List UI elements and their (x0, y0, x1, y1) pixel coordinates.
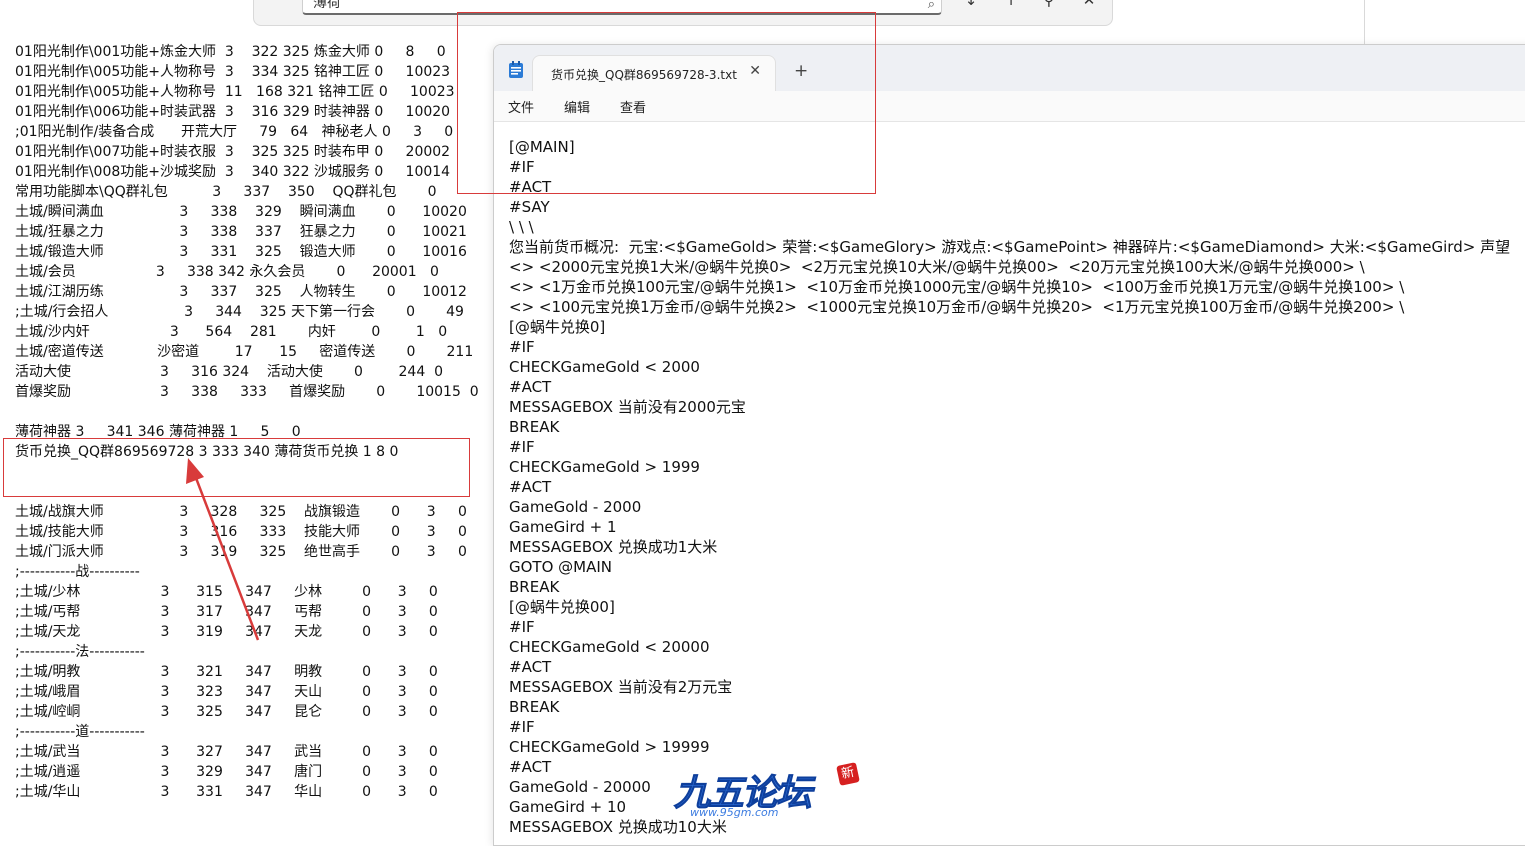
background-editor-text[interactable]: 01阳光制作\001功能+炼金大师 3 322 325 炼金大师 0 8 0 01… (15, 42, 479, 802)
background-text-line: ;土城/崆峒 3 325 347 昆仑 0 3 0 (15, 704, 438, 720)
find-query: 薄荷 (313, 0, 341, 11)
background-text-line: ;土城/华山 3 331 347 华山 0 3 0 (15, 784, 438, 800)
editor-text-line: <> <100元宝兑换1万金币/@蜗牛兑换2> <1000元宝兑换10万金币/@… (509, 298, 1405, 316)
editor-text-line: BREAK (509, 578, 560, 596)
find-prev-button[interactable]: ↑ (998, 0, 1024, 13)
editor-text-line: #ACT (509, 478, 552, 496)
background-text-line: ;01阳光制作/装备合成 开荒大厅 79 64 神秘老人 0 3 0 (15, 124, 454, 140)
close-icon: ✕ (1082, 0, 1096, 9)
editor-text-line: BREAK (509, 418, 560, 436)
background-text-line: ;-----------道----------- (15, 724, 145, 740)
editor-text-line: <> <2000元宝兑换1大米/@蜗牛兑换0> <2万元宝兑换10大米/@蜗牛兑… (509, 258, 1365, 276)
background-text-line: ;-----------战---------- (15, 564, 140, 580)
editor-text-line: [@蜗牛兑换00] (509, 598, 615, 616)
find-options-button[interactable]: ⚲ (1036, 0, 1062, 13)
background-text-line: 首爆奖励 3 338 333 首爆奖励 0 10015 0 (15, 384, 479, 400)
editor-text-line: #SAY (509, 198, 550, 216)
filter-icon: ⚲ (1043, 0, 1055, 9)
editor-text-line: MESSAGEBOX 当前没有2万元宝 (509, 678, 733, 696)
search-icon[interactable]: ⌕ (928, 0, 935, 13)
editor-text-line: #ACT (509, 378, 552, 396)
background-text-line: 土城/战旗大师 3 328 325 战旗锻造 0 3 0 (15, 504, 467, 520)
background-text-line: ;-----------法----------- (15, 644, 145, 660)
editor-text-line: <> <1万金币兑换100元宝/@蜗牛兑换1> <10万金币兑换1000元宝/@… (509, 278, 1405, 296)
editor-text-line: 您当前货币概况: 元宝:<$GameGold> 荣誉:<$GameGlory> … (509, 238, 1511, 256)
background-text-line: ;土城/武当 3 327 347 武当 0 3 0 (15, 744, 438, 760)
watermark-url: www.95gm.com (690, 806, 779, 819)
find-close-button[interactable]: ✕ (1076, 0, 1102, 13)
arrow-up-icon: ↑ (1004, 0, 1018, 9)
editor-text-line: #ACT (509, 658, 552, 676)
editor-text-line: CHECKGameGold < 2000 (509, 358, 700, 376)
editor-text-line: #IF (509, 438, 535, 456)
watermark-badge: 新 (836, 762, 860, 786)
background-text-line: 01阳光制作\001功能+炼金大师 3 322 325 炼金大师 0 8 0 (15, 44, 446, 60)
editor-text-line: CHECKGameGold > 1999 (509, 458, 700, 476)
window-divider (1364, 0, 1365, 44)
background-text-line: ;土城/少林 3 315 347 少林 0 3 0 (15, 584, 438, 600)
background-text-line: 01阳光制作\007功能+时装衣服 3 325 325 时装布甲 0 20002 (15, 144, 451, 160)
background-text-line: 土城/锻造大师 3 331 325 锻造大师 0 10016 (15, 244, 467, 260)
forum-watermark: 九五论坛 新 www.95gm.com (660, 762, 860, 824)
background-text-line (15, 402, 479, 422)
background-text-line: ;土城/明教 3 321 347 明教 0 3 0 (15, 664, 438, 680)
editor-text-line: MESSAGEBOX 当前没有2000元宝 (509, 398, 746, 416)
background-text-line: 01阳光制作\005功能+人物称号 3 334 325 铭神工匠 0 10023 (15, 64, 451, 80)
background-text-line: 土城/狂暴之力 3 338 337 狂暴之力 0 10021 (15, 224, 467, 240)
editor-text-line: CHECKGameGold < 20000 (509, 638, 710, 656)
background-text-line: 土城/密道传送 沙密道 17 15 密道传送 0 211 (15, 344, 474, 360)
background-text-line: 土城/瞬间满血 3 338 329 瞬间满血 0 10020 (15, 204, 467, 220)
background-text-line: 01阳光制作\005功能+人物称号 11 168 321 铭神工匠 0 1002… (15, 84, 455, 100)
background-text-line: ;土城/逍遥 3 329 347 唐门 0 3 0 (15, 764, 438, 780)
editor-text-line: \ \ \ (509, 218, 534, 236)
background-text-line: 土城/技能大师 3 316 333 技能大师 0 3 0 (15, 524, 467, 540)
editor-text-line: #IF (509, 618, 535, 636)
background-text-line: ;土城/天龙 3 319 347 天龙 0 3 0 (15, 624, 438, 640)
editor-text-line: #IF (509, 338, 535, 356)
background-text-line: 常用功能脚本\QQ群礼包 3 337 350 QQ群礼包 0 (15, 184, 437, 200)
background-text-line: 土城/江湖历练 3 337 325 人物转生 0 10012 (15, 284, 467, 300)
background-text-line: 01阳光制作\006功能+时装武器 3 316 329 时装神器 0 10020 (15, 104, 451, 120)
editor-text-line: CHECKGameGold > 19999 (509, 738, 710, 756)
background-text-line: ;土城/行会招人 3 344 325 天下第一行会 0 49 (15, 304, 464, 320)
background-text-line: 土城/门派大师 3 319 325 绝世高手 0 3 0 (15, 544, 467, 560)
annotation-box-line (3, 438, 470, 497)
background-text-line: 01阳光制作\008功能+沙城奖励 3 340 322 沙城服务 0 10014 (15, 164, 451, 180)
editor-text-line: BREAK (509, 698, 560, 716)
background-text-line: ;土城/峨眉 3 323 347 天山 0 3 0 (15, 684, 438, 700)
editor-text-line: GameGold - 2000 (509, 498, 642, 516)
text-editor[interactable]: [@MAIN] #IF #ACT #SAY \ \ \ 您当前货币概况: 元宝:<$Gam… (509, 137, 1510, 837)
background-text-line: 土城/会员 3 338 342 永久会员 0 20001 0 (15, 264, 439, 280)
editor-text-line: MESSAGEBOX 兑换成功1大米 (509, 538, 718, 556)
find-next-button[interactable]: ↓ (958, 0, 984, 13)
background-text-line: 活动大使 3 316 324 活动大使 0 244 0 (15, 364, 444, 380)
editor-text-line: GameGird + 1 (509, 518, 617, 536)
editor-text-line: #IF (509, 718, 535, 736)
editor-text-line: [@蜗牛兑换0] (509, 318, 606, 336)
arrow-down-icon: ↓ (964, 0, 978, 9)
annotation-box-top (457, 12, 876, 194)
editor-text-line: GOTO @MAIN (509, 558, 613, 576)
background-text-line: 土城/沙内奸 3 564 281 内奸 0 1 0 (15, 324, 448, 340)
background-text-line: ;土城/丐帮 3 317 347 丐帮 0 3 0 (15, 604, 438, 620)
